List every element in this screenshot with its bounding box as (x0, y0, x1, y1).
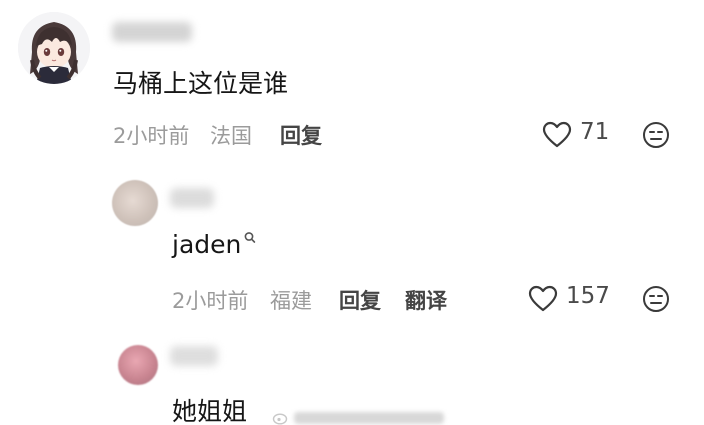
like-count: 157 (566, 283, 610, 309)
weibo-logo-icon (272, 413, 288, 425)
neutral-face-icon[interactable] (642, 121, 670, 149)
username-blurred[interactable] (112, 22, 192, 42)
avatar[interactable] (18, 12, 90, 84)
comment-text: 她姐姐 (172, 397, 248, 425)
heart-outline-icon[interactable] (542, 121, 572, 148)
username-blurred[interactable] (170, 346, 218, 366)
watermark (272, 410, 444, 425)
username-blurred[interactable] (170, 188, 214, 208)
comment-time: 2小时前 (172, 289, 249, 313)
comment-location: 福建 (270, 289, 312, 313)
comment-location: 法国 (210, 124, 252, 148)
reply-button[interactable]: 回复 (280, 120, 322, 150)
neutral-face-icon[interactable] (642, 285, 670, 313)
search-icon[interactable] (242, 230, 258, 246)
like-count: 71 (580, 119, 610, 145)
avatar[interactable] (112, 180, 158, 226)
comment-text: 马桶上这位是谁 (113, 69, 289, 98)
heart-outline-icon[interactable] (528, 285, 558, 312)
avatar[interactable] (118, 345, 158, 385)
anime-avatar-image (18, 12, 90, 84)
reply-button[interactable]: 回复 (339, 285, 381, 315)
comment-time: 2小时前 (113, 124, 190, 148)
comment-thread: 马桶上这位是谁 2小时前 法国 回复 71 jaden 2小时前 福建 回复 翻… (0, 0, 704, 425)
translate-button[interactable]: 翻译 (405, 285, 447, 315)
comment-text: jaden (172, 230, 242, 259)
